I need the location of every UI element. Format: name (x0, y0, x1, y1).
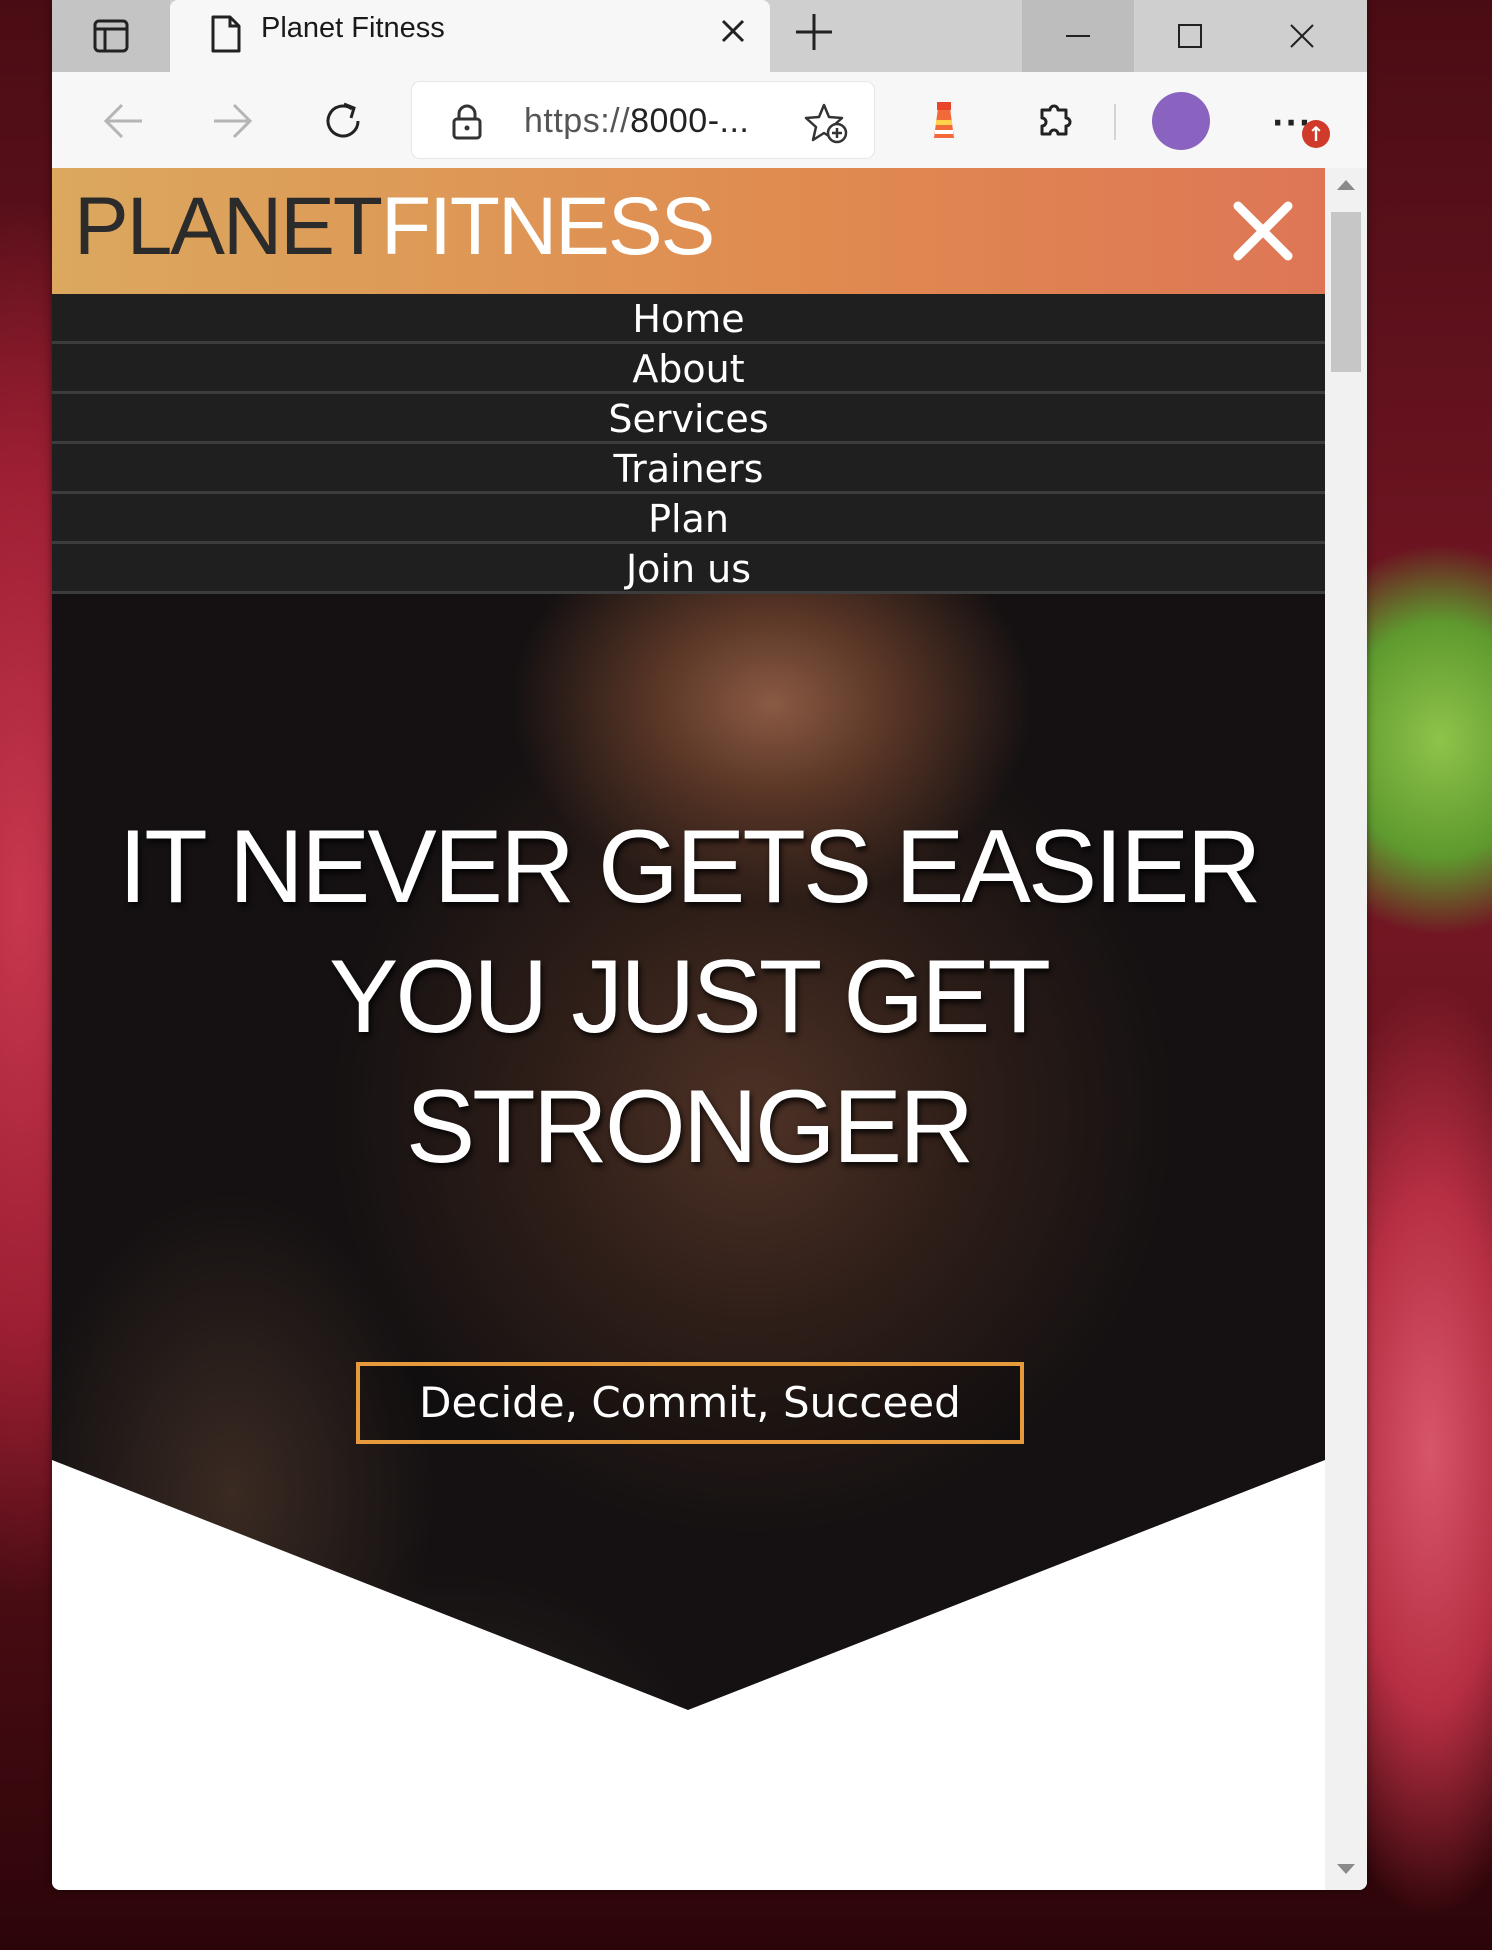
browser-toolbar: https://8000-... ··· ↑ (52, 72, 1367, 169)
back-icon[interactable] (98, 96, 148, 146)
maximize-icon (1178, 24, 1202, 48)
profile-avatar[interactable] (1152, 92, 1210, 150)
extensions-icon[interactable] (1032, 96, 1080, 144)
hero-bottom-shape (52, 1460, 1325, 1890)
logo-dark-text: PLANET (74, 181, 383, 272)
scrollbar-thumb[interactable] (1331, 212, 1361, 372)
active-tab[interactable]: Planet Fitness (170, 0, 770, 72)
tab-title: Planet Fitness (261, 12, 445, 44)
arrow-up-icon: ↑ (1302, 120, 1330, 148)
nav-item-join-us[interactable]: Join us (52, 544, 1325, 594)
logo-light-text: FITNESS (381, 181, 715, 272)
hero-title: IT NEVER GETS EASIER YOU JUST GET STRONG… (52, 802, 1325, 1192)
lock-icon[interactable] (450, 104, 484, 140)
page-scrollbar[interactable] (1325, 168, 1367, 1890)
hero-title-line: YOU JUST GET (328, 939, 1051, 1055)
window-close-button[interactable] (1246, 0, 1358, 72)
forward-icon[interactable] (208, 96, 258, 146)
url-scheme: https:// (524, 102, 631, 140)
nav-item-plan[interactable]: Plan (52, 494, 1325, 544)
site-header: PLANETFITNESS (52, 168, 1325, 294)
nav-item-about[interactable]: About (52, 344, 1325, 394)
tab-actions-icon (93, 19, 129, 53)
hero-title-line: STRONGER (405, 1069, 974, 1185)
address-bar[interactable]: https://8000-... (412, 82, 874, 158)
nav-item-home[interactable]: Home (52, 294, 1325, 344)
main-nav: Home About Services Trainers Plan Join u… (52, 294, 1325, 594)
tab-close-icon[interactable] (718, 16, 748, 46)
tab-actions-button[interactable] (52, 0, 170, 72)
add-favorite-icon[interactable] (804, 102, 848, 144)
url-host: 8000-... (630, 102, 750, 140)
refresh-icon[interactable] (318, 96, 368, 146)
nav-item-trainers[interactable]: Trainers (52, 444, 1325, 494)
minimize-button[interactable] (1022, 0, 1134, 72)
lighthouse-icon[interactable] (924, 98, 964, 142)
nav-item-services[interactable]: Services (52, 394, 1325, 444)
site-logo[interactable]: PLANETFITNESS (74, 186, 715, 268)
page-viewport: PLANETFITNESS Home About Services Traine… (52, 168, 1325, 1890)
menu-close-icon[interactable] (1230, 198, 1296, 264)
window-close-icon (1290, 24, 1314, 48)
title-bar: Planet Fitness (52, 0, 1367, 72)
maximize-button[interactable] (1134, 0, 1246, 72)
new-tab-icon[interactable] (792, 10, 836, 54)
cta-button[interactable]: Decide, Commit, Succeed (356, 1362, 1024, 1444)
scroll-up-icon[interactable] (1337, 180, 1355, 190)
page-icon (211, 15, 241, 53)
scroll-down-icon[interactable] (1337, 1864, 1355, 1874)
toolbar-separator (1114, 104, 1116, 140)
minimize-icon (1066, 35, 1090, 37)
url-text[interactable]: https://8000-... (524, 102, 749, 141)
hero-title-line: IT NEVER GETS EASIER (118, 809, 1261, 925)
browser-window: Planet Fitness https://8000-... ··· ↑ PL… (52, 0, 1367, 1890)
